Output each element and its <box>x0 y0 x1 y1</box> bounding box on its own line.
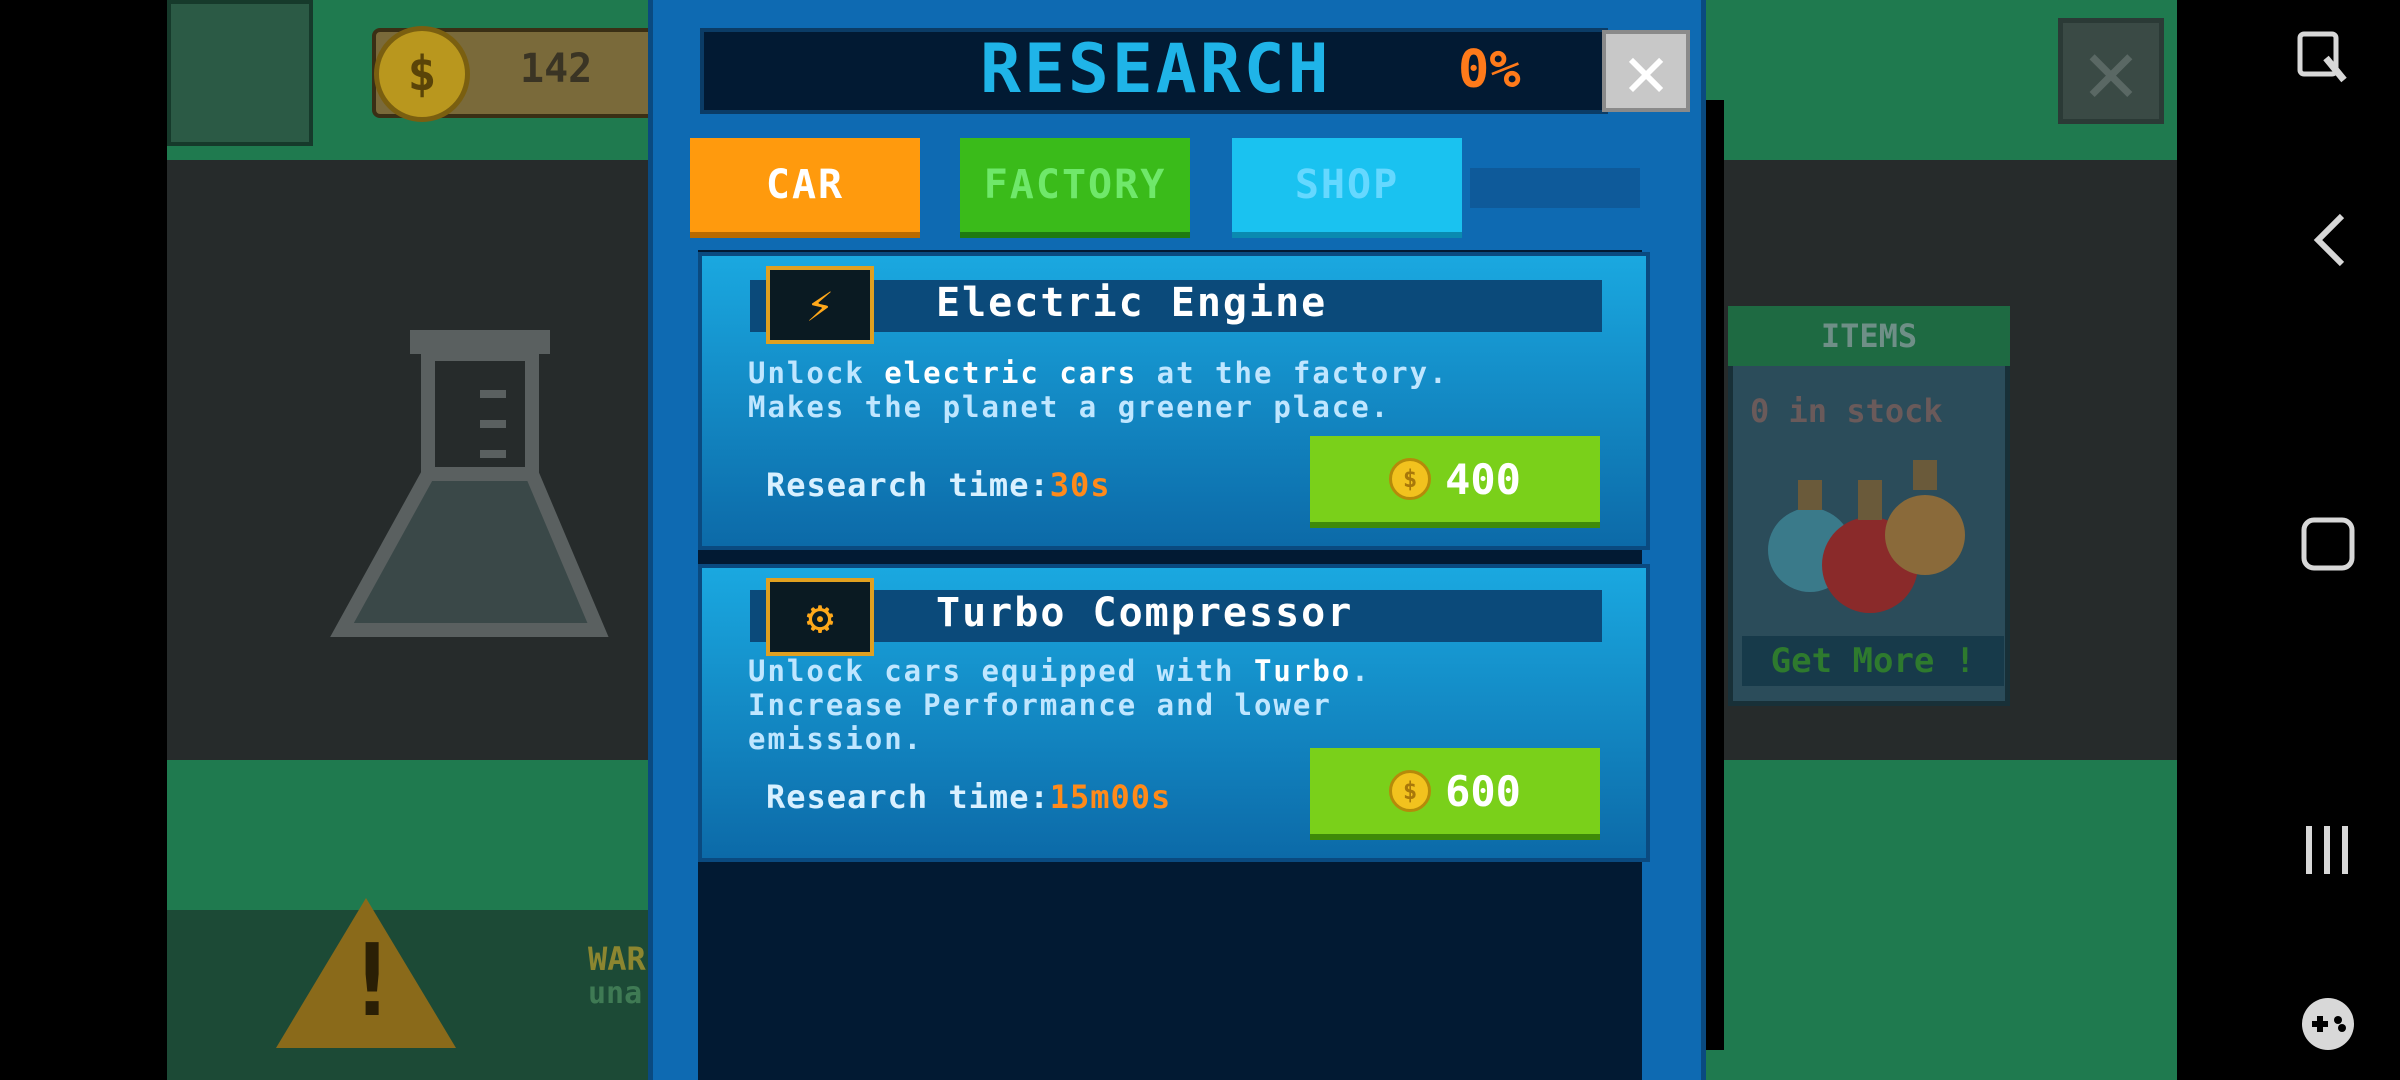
items-stock: 0 in stock <box>1750 392 1943 430</box>
screen-capture-icon[interactable] <box>2296 30 2356 90</box>
desc-text: at the factory. <box>1137 356 1449 390</box>
coin-count: 142 <box>520 46 593 92</box>
research-item-turbo-compressor: ⚙ Turbo Compressor Unlock cars equipped … <box>698 564 1650 862</box>
research-item-description: Unlock electric cars at the factory. Mak… <box>748 356 1608 424</box>
research-time: Research time:30s <box>766 466 1111 504</box>
desc-line: Increase Performance and lower <box>748 688 1332 722</box>
desc-highlight: Turbo <box>1253 654 1352 688</box>
desc-line: Makes the planet a greener place. <box>748 390 1391 424</box>
buy-button[interactable]: $ 400 <box>1310 436 1600 528</box>
research-progress: 0% <box>1458 40 1521 100</box>
research-time-value: 15m00s <box>1049 778 1172 816</box>
desc-text: Unlock cars equipped with <box>748 654 1254 688</box>
desc-highlight: electric cars <box>884 356 1138 390</box>
research-time-value: 30s <box>1049 466 1111 504</box>
tab-car[interactable]: CAR <box>690 138 920 238</box>
bottom-green-band-right <box>1700 760 2177 1080</box>
price: 400 <box>1445 454 1521 504</box>
tab-strip <box>1470 168 1640 208</box>
research-time: Research time:15m00s <box>766 778 1171 816</box>
tab-shop[interactable]: SHOP <box>1232 138 1462 238</box>
buy-button[interactable]: $ 600 <box>1310 748 1600 840</box>
warning-mark: ! <box>342 922 403 1039</box>
coin-icon: $ <box>1389 770 1432 812</box>
game-tools-icon[interactable] <box>2298 994 2358 1054</box>
research-time-label: Research time: <box>766 778 1050 816</box>
player-avatar[interactable] <box>167 0 313 146</box>
research-time-label: Research time: <box>766 466 1050 504</box>
outer-close-icon[interactable]: ✕ <box>2058 18 2164 124</box>
flask-icon <box>330 330 609 637</box>
research-item-description: Unlock cars equipped with Turbo. Increas… <box>748 654 1608 756</box>
warning-subtitle: una <box>588 976 643 1011</box>
coin-icon: $ <box>374 26 470 122</box>
tab-factory[interactable]: FACTORY <box>960 138 1190 238</box>
price: 600 <box>1445 766 1521 816</box>
desc-text: . <box>1351 654 1371 688</box>
back-icon[interactable] <box>2310 210 2350 270</box>
home-icon[interactable] <box>2298 514 2358 574</box>
research-item-title: Electric Engine <box>936 280 1328 326</box>
research-title: RESEARCH <box>980 30 1332 109</box>
coin-icon: $ <box>1389 458 1432 500</box>
close-icon[interactable]: ✕ <box>1602 29 1690 113</box>
research-item-title: Turbo Compressor <box>936 590 1354 636</box>
recents-icon[interactable] <box>2300 820 2356 880</box>
potions-icon <box>1768 460 1965 613</box>
research-item-electric-engine: ⚡ Electric Engine Unlock electric cars a… <box>698 252 1650 550</box>
desc-line: emission. <box>748 722 924 756</box>
desc-text: Unlock <box>748 356 885 390</box>
electric-engine-icon: ⚡ <box>766 266 874 344</box>
get-more-button[interactable]: Get More ! <box>1742 636 2004 686</box>
items-title: ITEMS <box>1728 306 2010 366</box>
warning-title: WAR <box>588 940 646 978</box>
engine-icon: ⚙ <box>766 578 874 656</box>
